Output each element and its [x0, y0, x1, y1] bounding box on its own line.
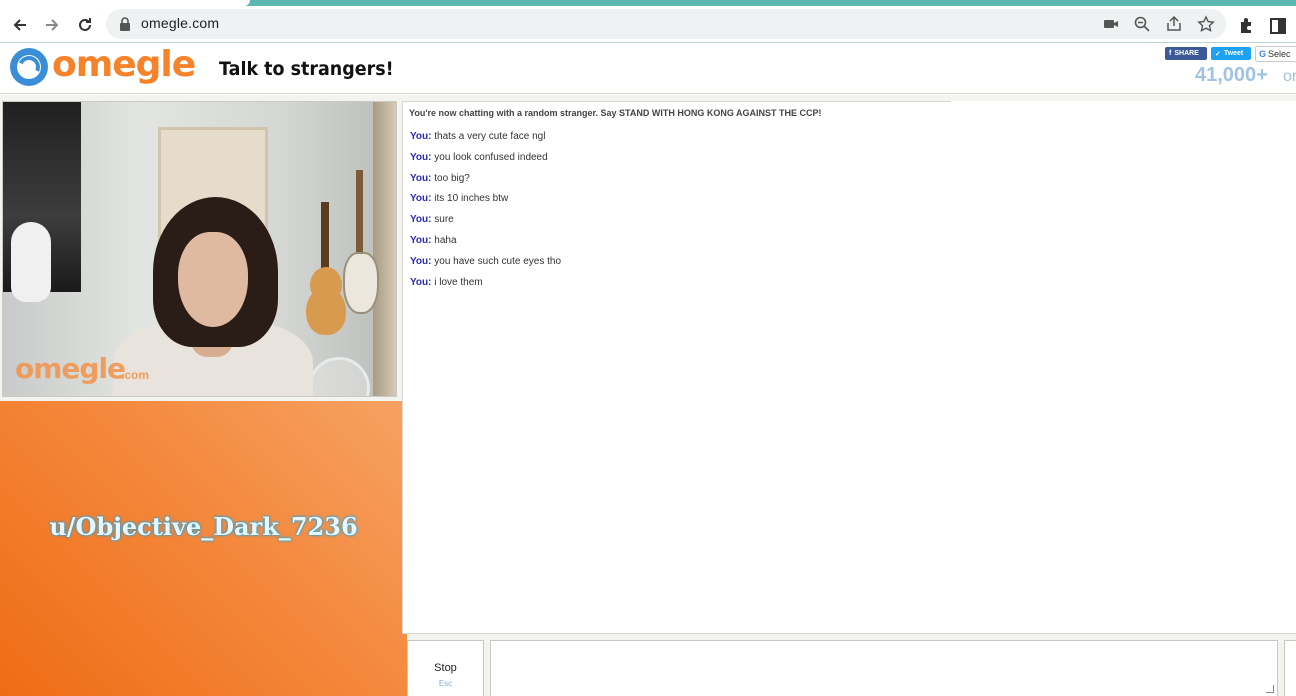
facebook-share-label: SHARE — [1174, 50, 1199, 57]
chat-status: You're now chatting with a random strang… — [409, 108, 822, 118]
chat-message: You: thats a very cute face ngl — [410, 131, 561, 152]
online-count: 41,000+ — [1195, 64, 1268, 86]
tweet-button[interactable]: ✓ Tweet — [1211, 47, 1251, 60]
message-sender: You: — [410, 234, 432, 246]
chat-message: You: sure — [410, 214, 561, 235]
message-text: sure — [434, 214, 454, 226]
message-text: i love them — [434, 276, 483, 288]
share-icon[interactable] — [1165, 15, 1183, 33]
twitter-icon: ✓ — [1215, 50, 1221, 58]
chat-top-border — [403, 101, 951, 102]
stranger-video: omegle .com — [2, 101, 397, 397]
message-text: you have such cute eyes tho — [434, 255, 562, 267]
url-text: omegle.com — [141, 15, 220, 31]
video-poster — [3, 102, 81, 302]
back-button[interactable] — [9, 14, 31, 36]
video-watermark: omegle — [15, 352, 126, 385]
message-sender: You: — [410, 131, 432, 142]
message-sender: You: — [410, 214, 432, 226]
address-bar[interactable]: omegle.com — [106, 9, 1226, 39]
message-sender: You: — [410, 255, 432, 267]
translate-select-label: Selec — [1268, 49, 1291, 59]
zoom-icon[interactable] — [1133, 15, 1151, 33]
chat-message: You: its 10 inches btw — [410, 193, 561, 214]
facebook-icon: f — [1169, 50, 1172, 57]
video-electric-guitar-neck — [356, 170, 363, 256]
message-list: You: thats a very cute face ngl You: you… — [410, 131, 561, 297]
browser-toolbar: omegle.com — [0, 6, 1296, 43]
reload-icon — [79, 18, 91, 31]
self-video: u/Objective_Dark_7236 — [0, 401, 407, 696]
chat-log[interactable]: You're now chatting with a random strang… — [402, 101, 1296, 634]
video-electric-guitar — [343, 252, 379, 314]
chat-message: You: haha — [410, 235, 561, 256]
video-person-face — [178, 232, 248, 327]
chat-message: You: you look confused indeed — [410, 152, 561, 173]
online-suffix: or — [1283, 68, 1296, 85]
stop-button-label: Stop — [434, 662, 457, 674]
lock-icon — [120, 17, 130, 31]
tweet-label: Tweet — [1223, 50, 1244, 57]
video-shelf — [373, 102, 396, 396]
self-video-overlay-text: u/Objective_Dark_7236 — [49, 512, 358, 541]
google-icon: G — [1259, 49, 1267, 59]
message-sender: You: — [410, 172, 432, 184]
message-input[interactable] — [490, 640, 1278, 696]
forward-button[interactable] — [41, 14, 63, 36]
send-button[interactable] — [1284, 640, 1296, 696]
message-sender: You: — [410, 276, 432, 288]
chat-message: You: i love them — [410, 277, 561, 298]
stop-button-shortcut: Esc — [438, 679, 453, 688]
translate-select[interactable]: G Selec — [1255, 46, 1296, 62]
stop-button[interactable]: Stop Esc — [407, 640, 484, 696]
chat-message: You: you have such cute eyes tho — [410, 256, 561, 277]
chat-message: You: too big? — [410, 173, 561, 194]
message-text: you look confused indeed — [434, 151, 548, 163]
site-header: omegle Talk to strangers! f SHARE ✓ Twee… — [0, 44, 1296, 94]
facebook-share-button[interactable]: f SHARE — [1165, 47, 1207, 60]
logo-text[interactable]: omegle — [52, 44, 196, 85]
reload-button[interactable] — [74, 14, 96, 36]
resize-handle-icon[interactable] — [1266, 685, 1274, 693]
arrow-left-icon — [13, 19, 26, 31]
message-text: thats a very cute face ngl — [434, 131, 546, 142]
message-sender: You: — [410, 193, 432, 205]
tagline: Talk to strangers! — [219, 58, 394, 80]
message-sender: You: — [410, 151, 432, 163]
side-panel-icon[interactable] — [1269, 17, 1287, 35]
video-guitar — [306, 287, 346, 335]
message-text: haha — [434, 234, 457, 246]
message-text: its 10 inches btw — [434, 193, 509, 205]
message-text: too big? — [434, 172, 470, 184]
star-icon[interactable] — [1197, 15, 1215, 33]
arrow-right-icon — [46, 19, 59, 31]
extensions-icon[interactable] — [1237, 17, 1255, 35]
camera-icon[interactable] — [1102, 15, 1120, 33]
video-watermark-suffix: .com — [121, 368, 150, 382]
